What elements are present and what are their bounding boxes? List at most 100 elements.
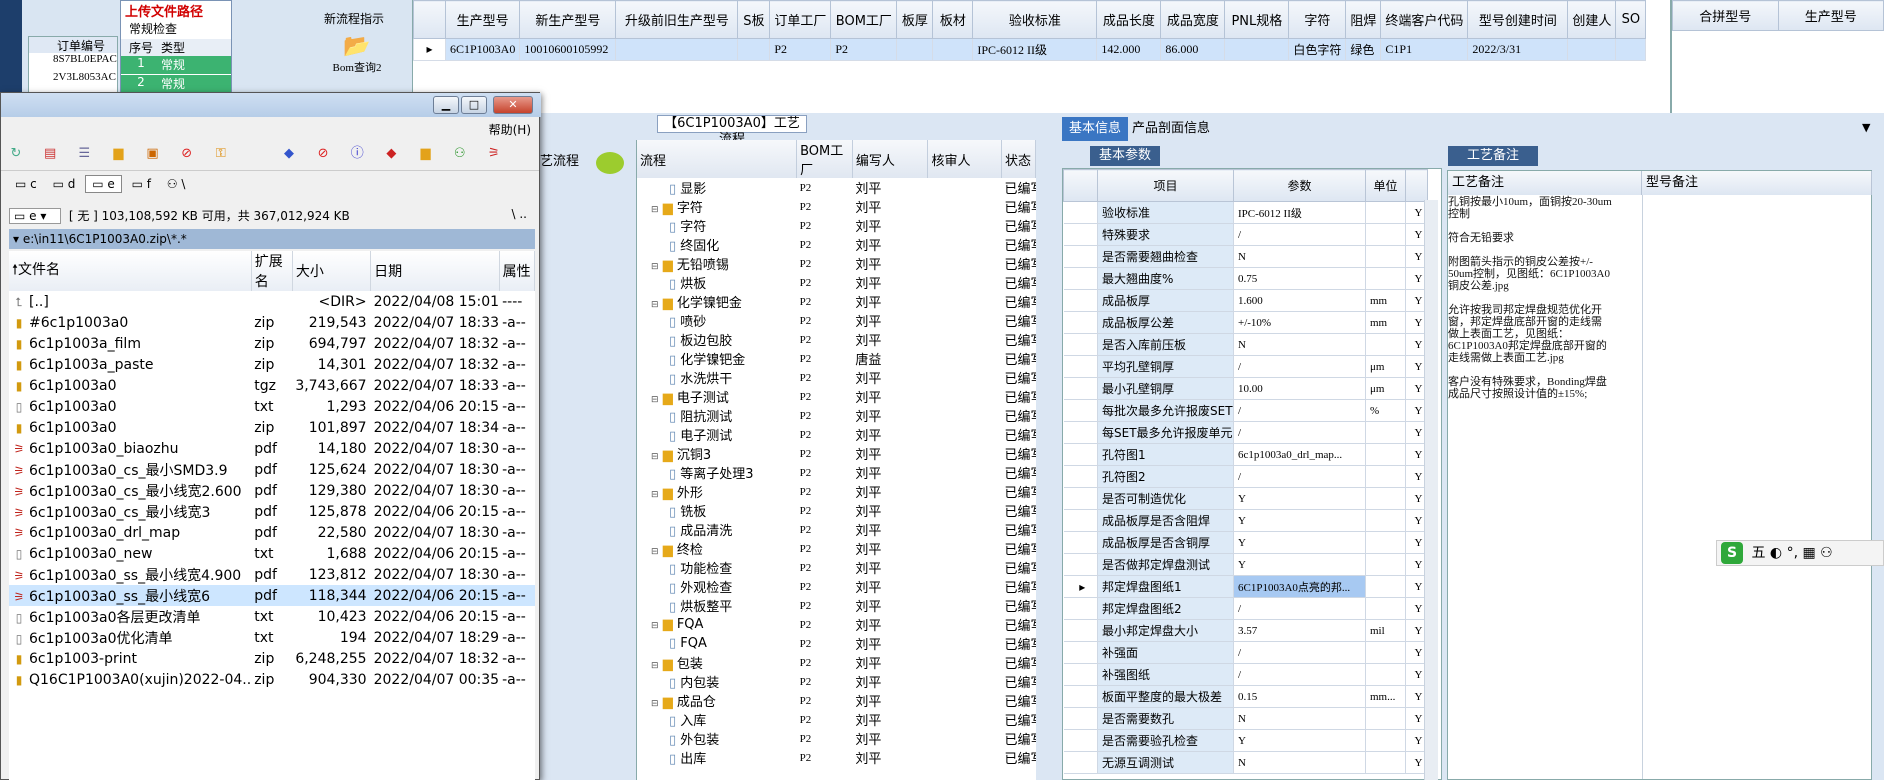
col-header[interactable]: 状态	[1001, 140, 1037, 178]
process-name-cell[interactable]: ▯ 终固化	[637, 235, 797, 254]
param-value[interactable]: /	[1233, 597, 1366, 620]
collapse-icon[interactable]: ⊟	[651, 547, 659, 557]
refresh-icon[interactable]: ↻	[7, 145, 25, 163]
notes-tab[interactable]: 工艺备注	[1448, 146, 1538, 166]
cell[interactable]: 绿色	[1345, 38, 1382, 61]
col-header[interactable]: BOM工厂	[830, 0, 898, 39]
process-row[interactable]: ▯ FQAP2刘平已编写	[637, 634, 1036, 653]
file-name-cell[interactable]: ▯ 6c1p1003a0各层更改清单	[9, 606, 251, 627]
col-header[interactable]: 型号创建时间	[1467, 0, 1569, 39]
cell[interactable]	[896, 38, 934, 61]
process-row[interactable]: ▯ 成品清洗P2刘平已编写	[637, 520, 1036, 540]
process-name-cell[interactable]: ▯ 烘板整平	[637, 596, 797, 615]
process-name-cell[interactable]: ⊟ ▆ 化学镍钯金	[637, 292, 797, 311]
file-row[interactable]: ▮ #6c1p1003a0 zip 219,543 2022/04/07 18:33 -a…	[9, 312, 535, 333]
process-name-cell[interactable]: ▯ 喷砂	[637, 311, 797, 330]
process-name-cell[interactable]: ⊟ ▆ 成品仓	[637, 691, 797, 710]
process-row[interactable]: ⊟ ▆ 沉铜3P2刘平已编写	[637, 444, 1036, 464]
file-row[interactable]: ▯ 6c1p1003a0_new txt 1,688 2022/04/06 20:15-…	[9, 543, 535, 564]
file-row[interactable]: ⚞ 6c1p1003a0_ss_最小线宽4.900 pdf 123,812 2022/0…	[9, 564, 535, 585]
row-selector[interactable]	[1063, 421, 1098, 444]
param-row[interactable]: 成品板厚是否含铜厚 Y Y	[1063, 531, 1428, 554]
param-row[interactable]: 邦定焊盘图纸2/Y	[1063, 597, 1428, 620]
col-header[interactable]: 成品长度	[1096, 0, 1162, 39]
collapse-icon[interactable]: ⊟	[651, 300, 659, 310]
col-header[interactable]: 升级前旧生产型号	[615, 0, 739, 39]
view-icon[interactable]: ▤	[41, 145, 59, 163]
file-name-cell[interactable]: ▮ #6c1p1003a0	[9, 312, 251, 333]
order-row[interactable]: 8S7BL0EPAC	[29, 53, 117, 71]
process-row[interactable]: ⊟ ▆ FQAP2刘平已编写	[637, 615, 1036, 634]
file-row[interactable]: ▮ 6c1p1003a_film zip 694,797 2022/04/07 18:3…	[9, 333, 535, 354]
file-row[interactable]: ▮ 6c1p1003a0 zip 101,897 2022/04/07 18:34 -a-…	[9, 417, 535, 438]
process-row[interactable]: ▯ 电子测试P2刘平已编写	[637, 425, 1036, 445]
param-value[interactable]: /	[1233, 399, 1366, 422]
col-header[interactable]: 生产型号	[1777, 0, 1884, 31]
process-name-cell[interactable]: ▯ 成品清洗	[637, 520, 797, 539]
process-name-cell[interactable]: ▯ 外观检查	[637, 577, 797, 596]
param-value[interactable]: 0.15	[1233, 685, 1366, 708]
row-selector[interactable]	[1063, 751, 1098, 774]
row-selector[interactable]	[1063, 553, 1098, 576]
process-row[interactable]: ▯ 字符P2刘平已编写	[637, 216, 1036, 236]
file-name-cell[interactable]: ⚞ 6c1p1003a0_cs_最小SMD3.9	[9, 459, 251, 480]
tab-basic-info[interactable]: 基本信息	[1062, 117, 1128, 141]
col-header[interactable]: 创建人	[1567, 0, 1617, 39]
ime-toolbar[interactable]: S 五 ◐ °, ▦ ⚇	[1716, 540, 1884, 566]
col-header[interactable]: 合拼型号	[1672, 0, 1779, 31]
process-name-cell[interactable]: ▯ 显影	[637, 178, 797, 197]
param-row[interactable]: 每批次最多允许报废SET /% Y	[1063, 399, 1428, 422]
row-selector[interactable]	[1063, 619, 1098, 642]
param-row[interactable]: 是否入库前压板 N Y	[1063, 333, 1428, 356]
process-row[interactable]: ⊟ ▆ 终检P2刘平已编写	[637, 539, 1036, 559]
param-value[interactable]: Y	[1233, 531, 1366, 554]
process-row[interactable]: ⊟ ▆ 成品仓P2刘平已编写	[637, 691, 1036, 711]
process-row[interactable]: ▯ 铣板P2刘平已编写	[637, 501, 1036, 521]
cell[interactable]: C1P1	[1380, 38, 1469, 61]
row-selector[interactable]	[1063, 707, 1098, 730]
collapse-icon[interactable]: ⊟	[651, 262, 659, 272]
pack-icon[interactable]: ▣	[144, 145, 162, 163]
process-name-cell[interactable]: ▯ FQA	[637, 634, 797, 653]
file-name-cell[interactable]: ▮ 6c1p1003a_paste	[9, 354, 251, 375]
list-icon[interactable]: ☰	[75, 145, 93, 163]
process-row[interactable]: ⊟ ▆ 化学镍钯金P2刘平已编写	[637, 292, 1036, 312]
param-row[interactable]: 特殊要求 / Y	[1063, 223, 1428, 246]
col-header[interactable]: BOM工厂	[796, 140, 853, 178]
folder-open-icon[interactable]: ▆	[417, 145, 435, 163]
param-row[interactable]: 孔符图2/Y	[1063, 465, 1428, 488]
file-name-cell[interactable]: ⚞ 6c1p1003a0_ss_最小线宽6	[9, 585, 252, 606]
param-row[interactable]: 最小孔壁铜厚 10.00 μm Y	[1063, 377, 1428, 400]
process-row[interactable]: ▯ 出库P2刘平已编写	[637, 748, 1036, 768]
process-name-cell[interactable]: ▯ 功能检查	[637, 558, 797, 577]
param-value[interactable]: +/-10%	[1233, 311, 1366, 334]
drive-f[interactable]: ▭ f	[126, 176, 157, 192]
process-notes-text[interactable]: 孔铜按最小10um，面铜按20-30um 控制 符合无铅要求 附图箭头指示的铜皮…	[1448, 196, 1642, 400]
file-name-cell[interactable]: ▯ 6c1p1003a0优化清单	[9, 627, 251, 648]
file-row[interactable]: ⚞ 6c1p1003a0_cs_最小线宽3 pdf 125,878 2022/04/06…	[9, 501, 535, 522]
process-name-cell[interactable]: ⊟ ▆ FQA	[637, 615, 797, 634]
file-row[interactable]: ⚞ 6c1p1003a0_drl_map pdf 22,580 2022/04/07 1…	[9, 522, 535, 543]
process-name-cell[interactable]: ▯ 内包装	[637, 672, 797, 691]
process-row[interactable]: ▯ 阻抗测试P2刘平已编写	[637, 406, 1036, 426]
cell[interactable]	[1567, 38, 1617, 61]
bom-query-button[interactable]: 📂 Bom查询2	[314, 34, 400, 75]
row-selector[interactable]	[1063, 509, 1098, 532]
file-name-cell[interactable]: ▯ 6c1p1003a0_new	[9, 543, 251, 564]
file-name-cell[interactable]: ▮ 6c1p1003a0	[9, 375, 251, 396]
param-value[interactable]: 10.00	[1233, 377, 1366, 400]
col-header[interactable]: 成品宽度	[1160, 0, 1226, 39]
process-name-cell[interactable]: ▯ 板边包胶	[637, 330, 797, 349]
process-row[interactable]: ▯ 化学镍钯金P2唐益已编写	[637, 349, 1036, 369]
chat-bubble-icon[interactable]	[596, 152, 624, 174]
row-selector[interactable]	[1063, 729, 1098, 752]
row-selector[interactable]	[1063, 333, 1098, 356]
process-row[interactable]: ⊟ ▆ 字符P2刘平已编写	[637, 197, 1036, 217]
process-name-cell[interactable]: ⊟ ▆ 沉铜3	[637, 444, 797, 463]
row-selector[interactable]	[1063, 487, 1098, 510]
col-size[interactable]: 大小	[292, 251, 372, 291]
file-row[interactable]: ⮤ [..] <DIR> 2022/04/08 15:01 ----	[9, 291, 535, 312]
cell[interactable]	[932, 38, 974, 61]
maximize-button[interactable]: □	[461, 96, 487, 114]
file-row[interactable]: ⚞ 6c1p1003a0_cs_最小SMD3.9 pdf 125,624 2022/04…	[9, 459, 535, 480]
